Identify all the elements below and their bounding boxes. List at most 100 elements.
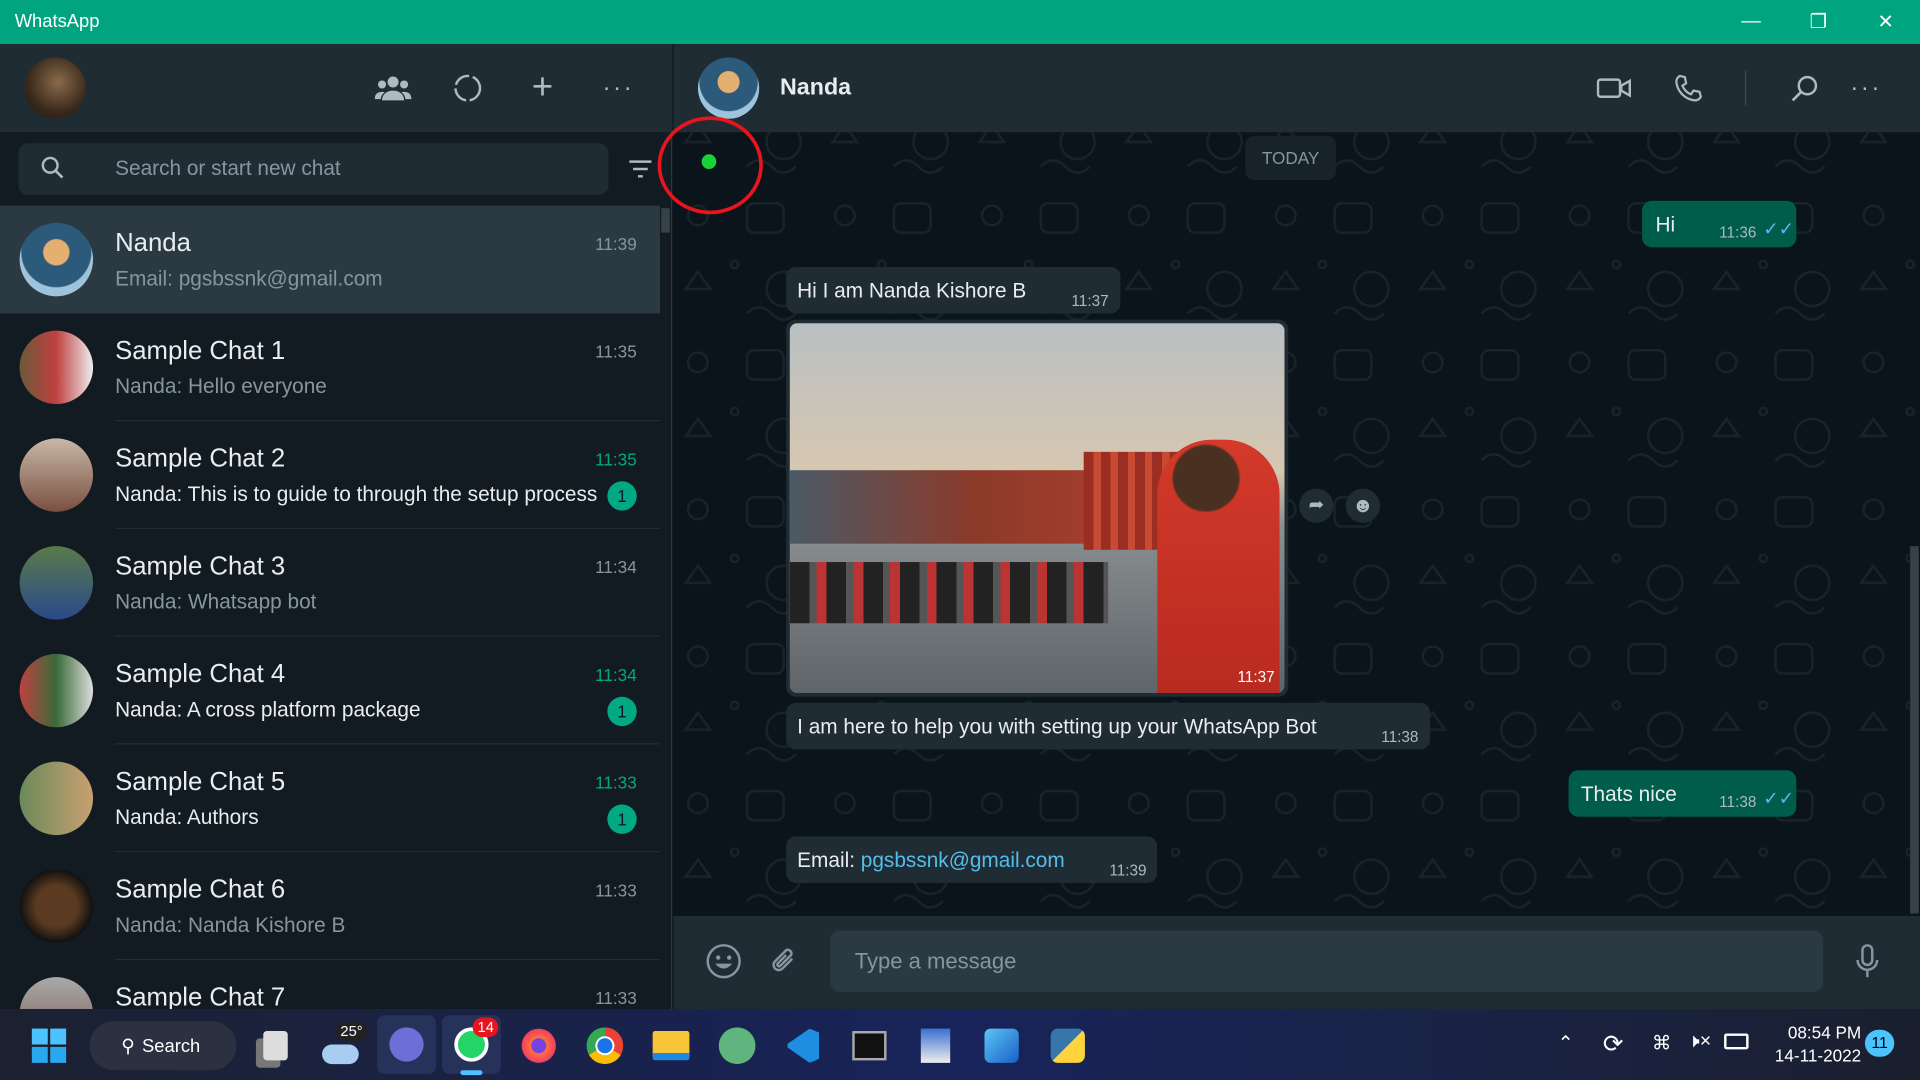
message-placeholder: Type a message <box>854 948 1017 974</box>
message-time: 11:36 <box>1719 224 1757 242</box>
notification-badge[interactable]: 11 <box>1864 1029 1895 1057</box>
whatsapp-badge: 14 <box>472 1017 499 1038</box>
composer-bar: Type a message <box>673 915 1920 1009</box>
task-view-icon[interactable] <box>251 1021 300 1070</box>
show-hidden-icons[interactable]: ⌃ <box>1558 1031 1574 1055</box>
conversation-menu-icon[interactable]: ··· <box>1847 71 1886 105</box>
chat-list-item[interactable]: Sample Chat 6 Nanda: Nanda Kishore B 11:… <box>0 852 661 961</box>
chat-time: 11:35 <box>595 341 637 362</box>
message-time: 11:38 <box>1719 793 1757 811</box>
chat-name: Sample Chat 1 <box>115 336 286 365</box>
teams-icon[interactable] <box>377 1015 436 1074</box>
search-messages-icon[interactable] <box>1785 71 1824 105</box>
terminal-icon[interactable] <box>845 1021 894 1070</box>
chat-time: 11:35 <box>595 449 637 469</box>
contact-name[interactable]: Nanda <box>780 75 851 102</box>
chat-list-item[interactable]: Sample Chat 4 Nanda: A cross platform pa… <box>0 637 661 745</box>
message-in[interactable]: I am here to help you with setting up yo… <box>786 702 1431 750</box>
photos-icon[interactable] <box>977 1021 1026 1070</box>
sidebar-header: + ··· <box>0 44 673 133</box>
chat-time: 11:33 <box>595 880 637 901</box>
battery-icon[interactable] <box>1724 1033 1749 1050</box>
atom-icon[interactable] <box>713 1021 762 1070</box>
image-message[interactable]: 11:37 <box>786 319 1289 697</box>
message-text: Thats nice <box>1580 782 1677 806</box>
header-divider <box>1744 71 1747 106</box>
firefox-icon[interactable] <box>514 1021 563 1070</box>
message-out[interactable]: Hi 11:36 ✓✓ <box>1642 200 1797 248</box>
python-icon[interactable] <box>1043 1021 1092 1070</box>
chat-list-item[interactable]: Sample Chat 2 Nanda: This is to guide to… <box>0 421 661 529</box>
chat-avatar <box>19 546 94 620</box>
message-input[interactable]: Type a message <box>830 930 1824 992</box>
chat-list-item[interactable]: Sample Chat 1 Nanda: Hello everyone 11:3… <box>0 313 661 422</box>
chat-preview: Nanda: Authors <box>115 805 259 829</box>
weather-icon[interactable]: 25° <box>316 1021 368 1070</box>
chat-preview: Nanda: Hello everyone <box>115 374 327 398</box>
community-icon[interactable] <box>371 71 415 105</box>
chat-list-panel: + ··· Search or start new chat Nanda Ema… <box>0 44 673 1068</box>
new-chat-icon[interactable]: + <box>523 67 562 107</box>
whatsapp-taskbar-icon[interactable]: 14 <box>442 1015 501 1076</box>
emoji-icon[interactable] <box>703 940 745 982</box>
chat-list-scrollbar[interactable] <box>661 208 670 233</box>
message-text: Email: <box>797 848 861 872</box>
chat-time: 11:33 <box>595 772 637 793</box>
chat-time: 11:34 <box>595 664 637 685</box>
attach-icon[interactable] <box>764 940 806 982</box>
date-divider: TODAY <box>1245 135 1336 181</box>
unread-badge: 1 <box>607 481 637 511</box>
annotation-dot <box>701 154 717 169</box>
search-icon <box>40 156 64 180</box>
chat-preview: Email: pgsbssnk@gmail.com <box>115 266 383 291</box>
title-bar: WhatsApp — ❐ ✕ <box>0 0 1920 45</box>
weather-temp: 25° <box>335 1021 368 1041</box>
chat-list-item[interactable]: Sample Chat 3 Nanda: Whatsapp bot 11:34 <box>0 529 661 637</box>
message-time: 11:38 <box>1381 728 1419 746</box>
search-placeholder: Search or start new chat <box>115 156 341 181</box>
paint-icon[interactable] <box>911 1021 960 1070</box>
photo[interactable]: 11:37 <box>789 323 1285 694</box>
volume-muted-icon[interactable]: 🕨× <box>1687 1031 1711 1053</box>
filter-icon[interactable] <box>627 157 654 181</box>
react-emoji-icon[interactable]: ☻ <box>1345 488 1381 523</box>
microphone-icon[interactable] <box>1847 940 1889 982</box>
chat-list-item[interactable]: Nanda Email: pgsbssnk@gmail.com 11:39 <box>0 205 661 314</box>
clock[interactable]: 08:54 PM 14-11-2022 <box>1763 1021 1861 1068</box>
message-time: 11:37 <box>1071 292 1109 310</box>
status-icon[interactable] <box>448 71 487 105</box>
menu-icon[interactable]: ··· <box>599 71 638 105</box>
sync-icon[interactable]: ⟳ <box>1603 1029 1624 1060</box>
voice-call-icon[interactable] <box>1669 71 1708 105</box>
conversation-scrollbar[interactable] <box>1910 546 1919 914</box>
restore-button[interactable]: ❐ <box>1784 0 1853 44</box>
chrome-icon[interactable] <box>580 1021 629 1070</box>
taskbar-search[interactable]: ⚲ Search <box>89 1021 237 1071</box>
my-avatar[interactable] <box>24 57 86 119</box>
search-icon: ⚲ <box>121 1035 135 1057</box>
minimize-button[interactable]: — <box>1717 0 1786 44</box>
forward-icon[interactable]: ➦ <box>1299 488 1334 523</box>
chat-list-item[interactable]: Sample Chat 5 Nanda: Authors 11:33 1 <box>0 744 661 853</box>
chat-preview: Nanda: A cross platform package <box>115 697 421 722</box>
message-in[interactable]: Hi I am Nanda Kishore B 11:37 <box>786 266 1121 314</box>
wifi-icon[interactable]: ⌘ <box>1652 1031 1672 1055</box>
vscode-icon[interactable] <box>779 1021 828 1070</box>
file-explorer-icon[interactable] <box>647 1021 696 1070</box>
chat-name: Sample Chat 6 <box>115 875 286 904</box>
search-input[interactable]: Search or start new chat <box>18 143 609 195</box>
clock-time: 08:54 PM <box>1787 1022 1862 1043</box>
message-text: I am here to help you with setting up yo… <box>797 715 1317 739</box>
chat-preview: Nanda: Nanda Kishore B <box>115 913 346 937</box>
read-receipt-icon: ✓✓ <box>1763 788 1795 810</box>
contact-avatar[interactable] <box>697 57 760 119</box>
close-button[interactable]: ✕ <box>1851 0 1920 44</box>
email-link[interactable]: pgsbssnk@gmail.com <box>861 849 1065 872</box>
start-icon[interactable] <box>24 1021 73 1070</box>
message-out[interactable]: Thats nice 11:38 ✓✓ <box>1568 770 1797 817</box>
unread-badge: 1 <box>607 804 637 834</box>
message-in[interactable]: Email: pgsbssnk@gmail.com 11:39 <box>786 836 1158 883</box>
chat-avatar <box>19 869 94 943</box>
video-call-icon[interactable] <box>1594 71 1633 105</box>
chat-avatar <box>19 761 94 836</box>
